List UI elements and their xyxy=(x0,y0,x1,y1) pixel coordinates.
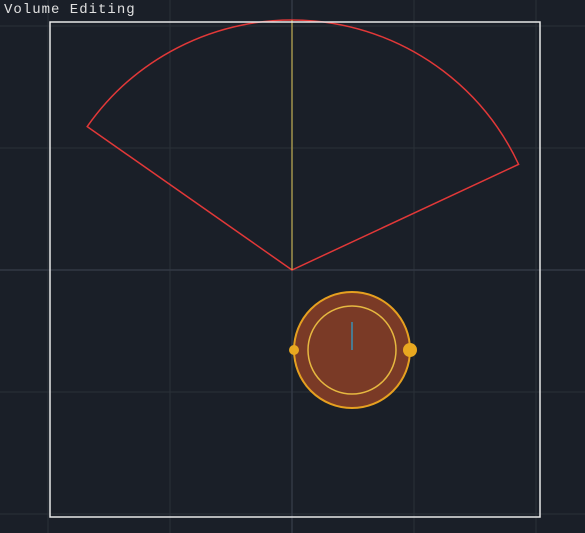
editor-canvas[interactable] xyxy=(0,0,585,533)
knob-handle-left[interactable] xyxy=(289,345,299,355)
volume-editing-viewport[interactable]: Volume Editing xyxy=(0,0,585,533)
panel-title: Volume Editing xyxy=(4,2,136,18)
volume-knob[interactable] xyxy=(289,292,417,408)
knob-handle-right[interactable] xyxy=(403,343,417,357)
volume-wedge[interactable] xyxy=(87,20,518,270)
